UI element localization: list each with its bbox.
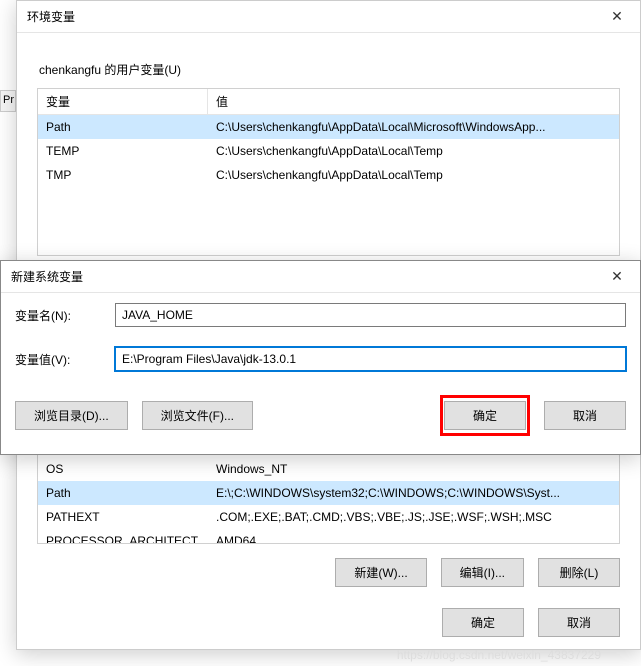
left-fragment: Pr	[0, 90, 16, 112]
edit-button[interactable]: 编辑(I)...	[441, 558, 524, 587]
user-vars-table[interactable]: 变量 值 Path C:\Users\chenkangfu\AppData\Lo…	[37, 88, 620, 256]
table-row[interactable]: TEMP C:\Users\chenkangfu\AppData\Local\T…	[38, 139, 619, 163]
cell-val: E:\;C:\WINDOWS\system32;C:\WINDOWS;C:\WI…	[208, 484, 619, 502]
dialog-title: 环境变量	[27, 8, 75, 25]
sys-vars-buttons: 新建(W)... 编辑(I)... 删除(L)	[37, 544, 620, 587]
titlebar: 新建系统变量 ✕	[1, 261, 640, 293]
new-button[interactable]: 新建(W)...	[335, 558, 426, 587]
titlebar: 环境变量 ✕	[17, 1, 640, 33]
cell-var: Path	[38, 118, 208, 136]
cell-var: TEMP	[38, 142, 208, 160]
watermark: https://blog.csdn.net/weixin_43837229	[397, 648, 601, 662]
col-value[interactable]: 值	[208, 89, 619, 114]
user-vars-label: chenkangfu 的用户变量(U)	[39, 61, 620, 78]
dialog-title: 新建系统变量	[11, 268, 83, 285]
delete-button[interactable]: 删除(L)	[538, 558, 620, 587]
new-system-var-dialog: 新建系统变量 ✕ 变量名(N): 变量值(V): 浏览目录(D)... 浏览文件…	[0, 260, 641, 455]
env-content: chenkangfu 的用户变量(U) 变量 值 Path C:\Users\c…	[17, 33, 640, 266]
table-row[interactable]: Path E:\;C:\WINDOWS\system32;C:\WINDOWS;…	[38, 481, 619, 505]
table-row[interactable]: Path C:\Users\chenkangfu\AppData\Local\M…	[38, 115, 619, 139]
ok-button[interactable]: 确定	[444, 401, 526, 430]
var-name-row: 变量名(N):	[1, 293, 640, 337]
var-name-label: 变量名(N):	[15, 307, 105, 324]
var-name-input[interactable]	[115, 303, 626, 327]
close-icon[interactable]: ✕	[594, 1, 640, 33]
table-row[interactable]: PATHEXT .COM;.EXE;.BAT;.CMD;.VBS;.VBE;.J…	[38, 505, 619, 529]
cell-val: C:\Users\chenkangfu\AppData\Local\Temp	[208, 142, 619, 160]
cell-val: .COM;.EXE;.BAT;.CMD;.VBS;.VBE;.JS;.JSE;.…	[208, 508, 619, 526]
cell-var: TMP	[38, 166, 208, 184]
cancel-button[interactable]: 取消	[538, 608, 620, 637]
cell-val: C:\Users\chenkangfu\AppData\Local\Micros…	[208, 118, 619, 136]
dialog-bottom-buttons: 确定 取消	[442, 608, 620, 637]
new-sys-buttons: 浏览目录(D)... 浏览文件(F)... 确定 取消	[1, 381, 640, 454]
table-row[interactable]: OS Windows_NT	[38, 457, 619, 481]
user-vars-body: Path C:\Users\chenkangfu\AppData\Local\M…	[38, 115, 619, 255]
table-header: 变量 值	[38, 89, 619, 115]
browse-file-button[interactable]: 浏览文件(F)...	[142, 401, 253, 430]
cell-val: AMD64	[208, 532, 619, 543]
sys-vars-section: NUMBER_OF_PROCESSORS 8 OS Windows_NT Pat…	[37, 433, 620, 587]
cell-val: Windows_NT	[208, 460, 619, 478]
cell-var: Path	[38, 484, 208, 502]
cell-var: PROCESSOR_ARCHITECT...	[38, 532, 208, 543]
highlight-box: 确定	[440, 395, 530, 436]
var-value-row: 变量值(V):	[1, 337, 640, 381]
cancel-button[interactable]: 取消	[544, 401, 626, 430]
cell-var: OS	[38, 460, 208, 478]
ok-button[interactable]: 确定	[442, 608, 524, 637]
cell-var: PATHEXT	[38, 508, 208, 526]
table-row[interactable]: TMP C:\Users\chenkangfu\AppData\Local\Te…	[38, 163, 619, 187]
col-variable[interactable]: 变量	[38, 89, 208, 114]
table-row[interactable]: PROCESSOR_ARCHITECT... AMD64	[38, 529, 619, 543]
browse-dir-button[interactable]: 浏览目录(D)...	[15, 401, 128, 430]
var-value-input[interactable]	[115, 347, 626, 371]
var-value-label: 变量值(V):	[15, 351, 105, 368]
cell-val: C:\Users\chenkangfu\AppData\Local\Temp	[208, 166, 619, 184]
close-icon[interactable]: ✕	[594, 261, 640, 293]
